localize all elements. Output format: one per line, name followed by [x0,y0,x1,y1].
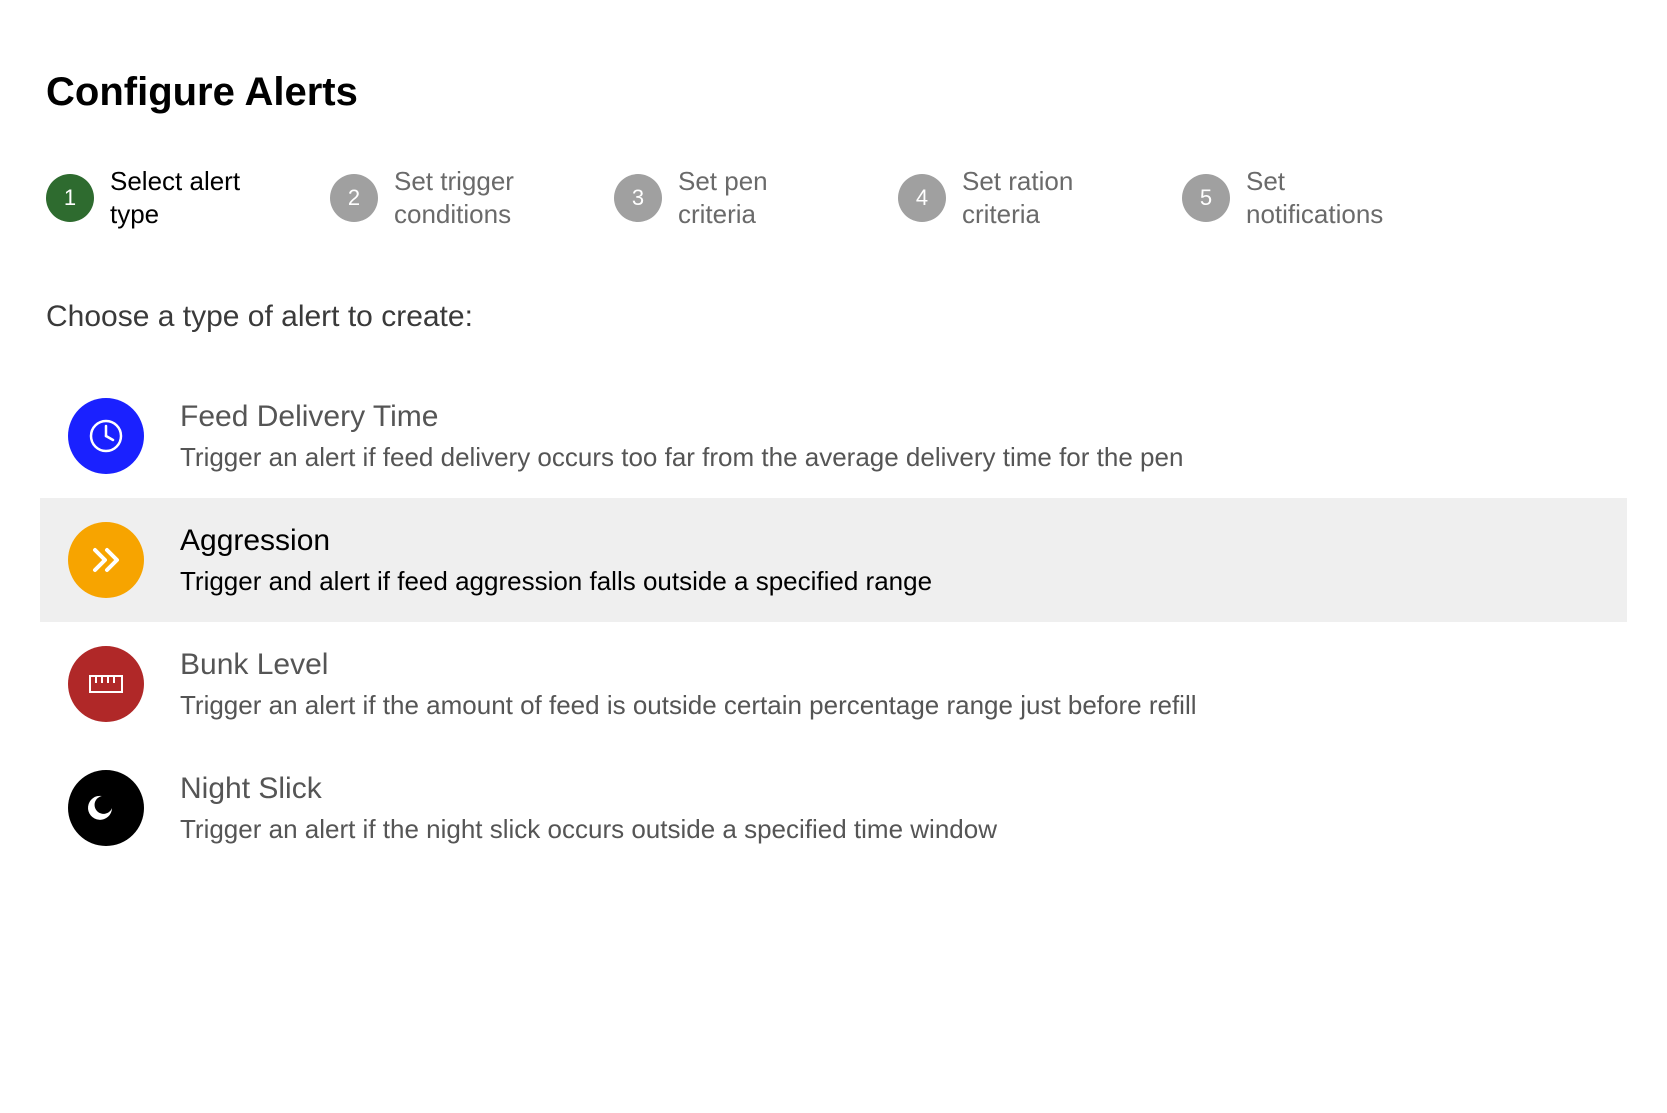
option-aggression[interactable]: Aggression Trigger and alert if feed agg… [40,498,1627,622]
step-label: Set pen criteria [678,165,848,230]
step-select-alert-type[interactable]: 1 Select alert type [46,165,280,230]
step-label: Select alert type [110,165,280,230]
option-description: Trigger an alert if the amount of feed i… [180,690,1197,721]
alert-type-options: Feed Delivery Time Trigger an alert if f… [40,374,1627,870]
option-description: Trigger and alert if feed aggression fal… [180,566,932,597]
moon-icon [68,770,144,846]
clock-icon [68,398,144,474]
step-number-badge: 5 [1182,174,1230,222]
option-title: Aggression [180,524,932,558]
option-title: Night Slick [180,772,997,806]
option-title: Feed Delivery Time [180,400,1183,434]
step-set-notifications[interactable]: 5 Set notifications [1182,165,1416,230]
step-set-pen-criteria[interactable]: 3 Set pen criteria [614,165,848,230]
chevrons-icon [68,522,144,598]
step-number-badge: 2 [330,174,378,222]
section-prompt: Choose a type of alert to create: [46,300,1627,334]
step-set-ration-criteria[interactable]: 4 Set ration criteria [898,165,1132,230]
page-title: Configure Alerts [46,70,1627,115]
ruler-icon [68,646,144,722]
option-description: Trigger an alert if the night slick occu… [180,814,997,845]
option-night-slick[interactable]: Night Slick Trigger an alert if the nigh… [40,746,1627,870]
option-description: Trigger an alert if feed delivery occurs… [180,442,1183,473]
step-number-badge: 4 [898,174,946,222]
option-feed-delivery-time[interactable]: Feed Delivery Time Trigger an alert if f… [40,374,1627,498]
step-label: Set notifications [1246,165,1416,230]
step-set-trigger-conditions[interactable]: 2 Set trigger conditions [330,165,564,230]
step-number-badge: 1 [46,174,94,222]
step-number-badge: 3 [614,174,662,222]
step-label: Set ration criteria [962,165,1132,230]
stepper: 1 Select alert type 2 Set trigger condit… [46,165,1627,230]
option-title: Bunk Level [180,648,1197,682]
step-label: Set trigger conditions [394,165,564,230]
option-bunk-level[interactable]: Bunk Level Trigger an alert if the amoun… [40,622,1627,746]
